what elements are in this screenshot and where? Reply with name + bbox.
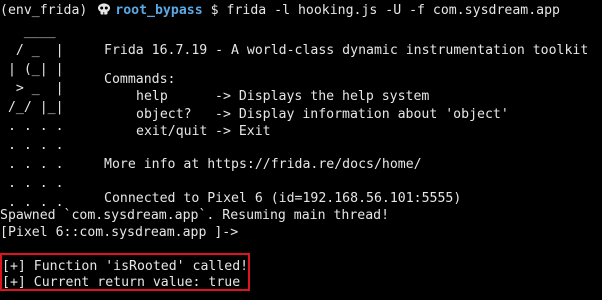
logo-line: . . . . (0, 176, 64, 191)
command-name: help (136, 89, 168, 104)
logo-line: ____ (0, 24, 56, 39)
typed-command: frida -l hooking.js -U -f com.sysdream.a… (226, 3, 560, 18)
prompt-user: root_bypass (115, 3, 203, 18)
repl-prompt[interactable]: [Pixel 6::com.sysdream.app ]-> (0, 223, 238, 242)
logo-line: . . . . (0, 138, 64, 153)
env-name: (env_frida) (0, 3, 88, 18)
logo-line: | (_| | (0, 62, 64, 77)
hook-output-line: [+] Current return value: true (2, 275, 241, 290)
logo-line: /_/ |_| (0, 100, 64, 115)
version-text: Frida 16.7.19 - A world-class dynamic in… (104, 43, 589, 58)
command-name: exit/quit (136, 124, 208, 139)
prompt-symbol: $ (210, 3, 219, 18)
terminal-window[interactable]: (env_frida) root_bypass $ frida -l hooki… (0, 0, 602, 300)
skull-icon (98, 3, 111, 15)
logo-line: . . . . (0, 119, 64, 134)
logo-line: > _ | (0, 81, 64, 96)
command-desc: -> Displays the help system (215, 89, 430, 104)
command-desc: -> Exit (215, 124, 271, 139)
logo-line: / _ | (0, 43, 64, 58)
logo-line: . . . . (0, 157, 64, 172)
command-prompt-line: (env_frida) root_bypass $ frida -l hooki… (0, 1, 560, 20)
more-info-text: More info at https://frida.re/docs/home/ (104, 157, 422, 172)
